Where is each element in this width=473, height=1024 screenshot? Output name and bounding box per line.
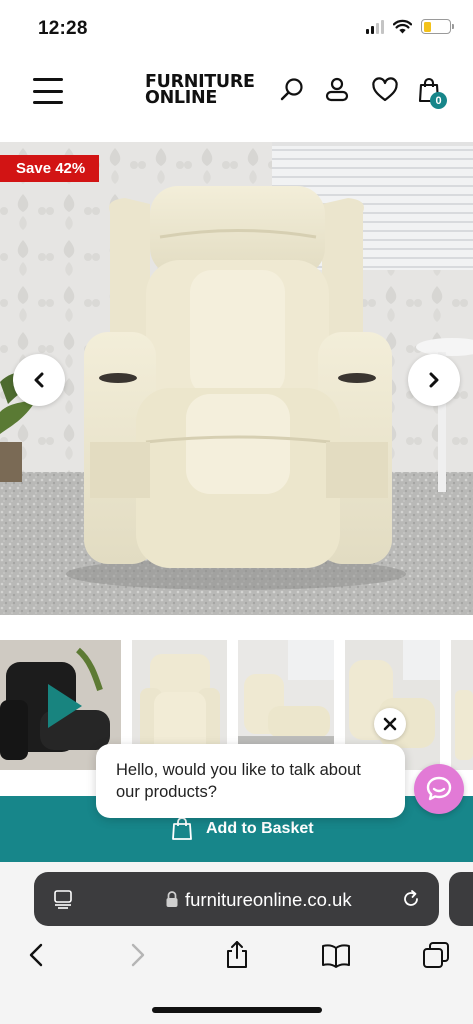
url-text: furnitureonline.co.uk	[185, 889, 352, 910]
chevron-left-icon	[34, 372, 44, 388]
wishlist-heart-icon[interactable]	[371, 76, 399, 104]
address-bar[interactable]: furnitureonline.co.uk	[34, 872, 439, 926]
product-main-image[interactable]	[0, 142, 473, 615]
status-icons	[366, 19, 454, 34]
chat-launcher-button[interactable]	[414, 764, 464, 814]
logo-line-2: ONLINE	[145, 88, 217, 108]
carousel-prev-button[interactable]	[13, 354, 65, 406]
wifi-icon	[393, 19, 412, 34]
chat-icon	[426, 776, 452, 801]
chat-greeting-text: Hello, would you like to talk about our …	[116, 761, 361, 801]
add-to-basket-label: Add to Basket	[206, 820, 314, 837]
status-time: 12:28	[38, 18, 88, 39]
chat-close-button[interactable]	[374, 708, 406, 740]
lock-icon	[166, 891, 178, 907]
reload-icon[interactable]	[400, 888, 422, 910]
account-icon[interactable]	[323, 76, 351, 104]
site-header: FURNITURE ONLINE	[0, 58, 473, 142]
menu-icon[interactable]	[33, 78, 63, 104]
cart-count-badge: 0	[430, 92, 447, 109]
browser-toolbar: furnitureonline.co.uk	[0, 862, 473, 1024]
adjacent-tab-preview[interactable]	[449, 872, 473, 926]
basket-bag-icon	[172, 817, 192, 840]
save-percentage-badge: Save 42%	[0, 155, 100, 182]
recliner-chair-image	[0, 142, 473, 615]
tabs-icon[interactable]	[421, 940, 451, 970]
chat-greeting-bubble[interactable]: Hello, would you like to talk about our …	[96, 744, 405, 818]
status-bar: 12:28	[0, 0, 473, 58]
battery-icon	[421, 19, 454, 34]
site-logo[interactable]: FURNITURE ONLINE	[145, 73, 255, 108]
page-menu-icon[interactable]	[52, 888, 74, 910]
signal-icon	[366, 19, 384, 34]
search-icon[interactable]	[278, 76, 306, 104]
share-icon[interactable]	[222, 940, 252, 970]
home-indicator	[152, 1007, 322, 1013]
bookmarks-icon[interactable]	[321, 940, 351, 970]
close-icon	[383, 717, 397, 731]
chevron-right-icon	[429, 372, 439, 388]
carousel-next-button[interactable]	[408, 354, 460, 406]
forward-icon[interactable]	[122, 940, 152, 970]
cream-recliner-partial-thumbnail	[451, 640, 473, 770]
thumbnail-image-5[interactable]	[451, 640, 473, 770]
back-icon[interactable]	[22, 940, 52, 970]
